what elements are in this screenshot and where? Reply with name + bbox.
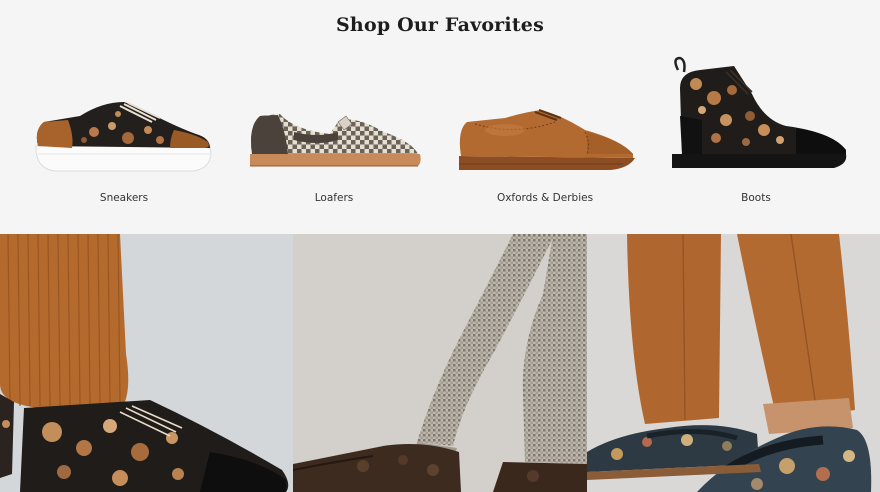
category-label-oxfords-derbies: Oxfords & Derbies [496,192,594,204]
floral-sneaker-image [35,102,212,172]
category-label-sneakers: Sneakers [99,192,149,204]
checkered-loafer-image [250,114,421,167]
lifestyle-gallery [0,234,880,492]
shop-favorites-section: Shop Our Favorites Sneakers Loafers Oxfo… [0,0,880,234]
category-label-loafers: Loafers [314,192,354,204]
floral-boot-image [672,56,847,168]
floral-boot-corduroy-photo [0,234,293,492]
tapestry-loafer-rust-trousers-photo [587,234,880,492]
section-title: Shop Our Favorites [336,14,544,36]
category-sneakers[interactable]: Sneakers [24,50,224,220]
lifestyle-panel-embossed[interactable] [293,234,587,492]
brown-oxford-image [459,109,635,170]
category-oxfords-derbies[interactable]: Oxfords & Derbies [445,50,645,220]
embossed-shoe-houndstooth-photo [293,234,587,492]
category-label-boots: Boots [741,192,771,204]
lifestyle-panel-boots[interactable] [0,234,293,492]
category-loafers[interactable]: Loafers [234,50,434,220]
lifestyle-panel-loafer[interactable] [587,234,880,492]
category-boots[interactable]: Boots [656,50,856,220]
